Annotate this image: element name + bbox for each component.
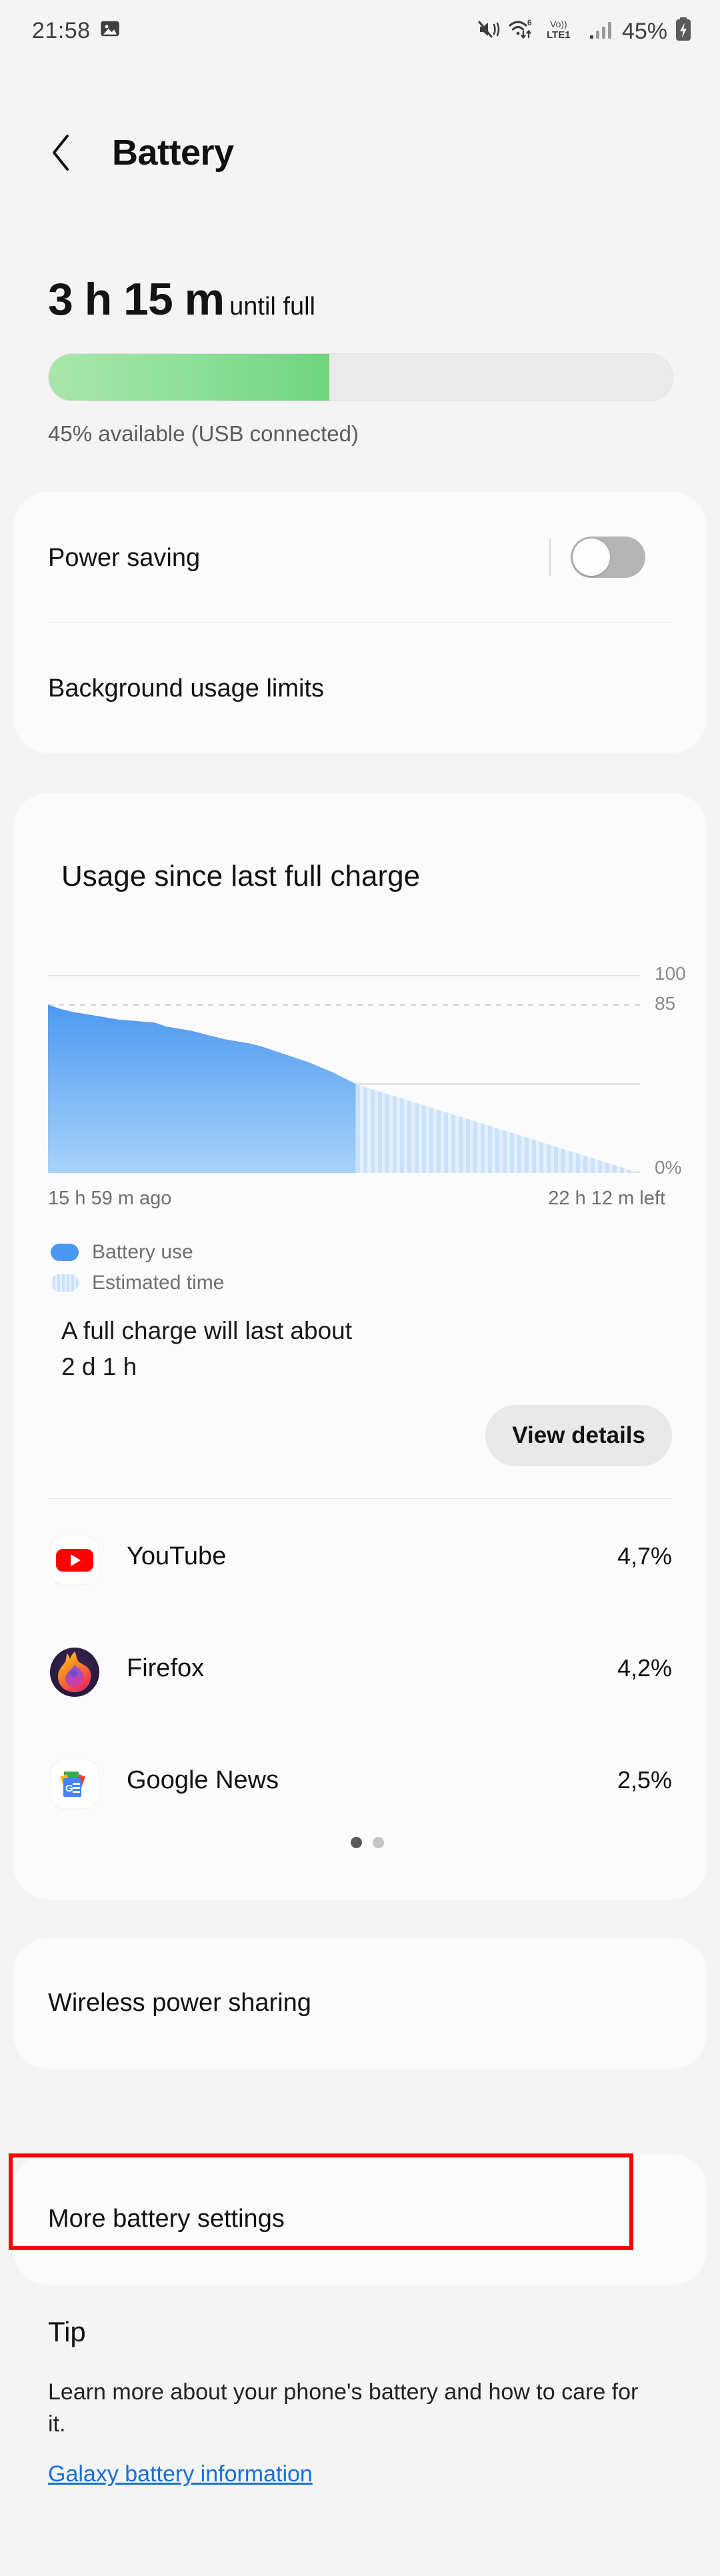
status-bar-left: 21:58 <box>32 19 120 42</box>
legend-label-battery-use: Battery use <box>92 1241 193 1263</box>
svg-text:G: G <box>65 1783 73 1794</box>
battery-settings-screen: 21:58 6 Vo)) LTE1 45% Battery 3 h 15 m u… <box>0 0 720 2576</box>
full-charge-line-1: A full charge will last about <box>61 1317 353 1344</box>
app-name: Firefox <box>127 1654 205 1682</box>
background-usage-limits-row[interactable]: Background usage limits <box>13 623 707 753</box>
view-details-label: View details <box>512 1422 645 1448</box>
app-name: Google News <box>127 1766 279 1794</box>
chart-x-label-right: 22 h 12 m left <box>548 1188 665 1209</box>
app-percent: 4,7% <box>617 1542 672 1570</box>
page-indicator[interactable] <box>351 1837 384 1848</box>
toggle-divider <box>549 539 551 576</box>
battery-charging-icon <box>675 17 692 45</box>
legend-item-battery-use: Battery use <box>51 1241 193 1264</box>
galaxy-battery-information-link[interactable]: Galaxy battery information <box>48 2461 313 2487</box>
google-news-icon: G <box>49 1759 100 1810</box>
wireless-power-sharing-label: Wireless power sharing <box>48 1989 311 2017</box>
wifi-6-icon: 6 <box>508 18 539 44</box>
status-bar-right: 6 Vo)) LTE1 45% <box>478 17 692 45</box>
svg-text:6: 6 <box>527 18 532 27</box>
y-axis-label-85: 85 <box>655 992 676 1014</box>
legend-swatch-battery-use <box>51 1244 79 1261</box>
battery-progress-bar <box>48 353 673 401</box>
page-title: Battery <box>112 133 234 173</box>
battery-availability-text: 45% available (USB connected) <box>48 421 359 446</box>
table-row[interactable]: G Google News 2,5% <box>13 1745 707 1824</box>
back-button[interactable] <box>40 132 84 176</box>
y-axis-label-100: 100 <box>655 963 686 984</box>
estimated-time-area <box>355 1084 640 1173</box>
time-remaining-value: 3 h 15 m <box>48 274 225 325</box>
tip-body: Learn more about your phone's battery an… <box>48 2379 639 2437</box>
tip-title: Tip <box>48 2316 86 2347</box>
legend-label-estimated-time: Estimated time <box>92 1272 225 1294</box>
page-dot-2[interactable] <box>373 1837 384 1848</box>
battery-use-area <box>48 1004 356 1173</box>
power-saving-row[interactable]: Power saving <box>13 492 707 623</box>
time-until-full: 3 h 15 m until full <box>48 273 315 325</box>
view-details-button[interactable]: View details <box>485 1405 672 1466</box>
firefox-icon <box>50 1648 99 1697</box>
toggle-knob <box>573 539 610 576</box>
usage-card-title: Usage since last full charge <box>61 860 421 892</box>
usage-card-divider <box>48 1498 672 1499</box>
power-settings-card: Power saving Background usage limits <box>13 492 707 753</box>
image-icon <box>100 19 120 42</box>
time-remaining-suffix: until full <box>229 293 315 321</box>
legend-item-estimated-time: Estimated time <box>51 1272 224 1294</box>
battery-usage-chart <box>48 975 640 1173</box>
svg-text:Vo)): Vo)) <box>550 19 567 29</box>
signal-bars-icon <box>589 19 615 43</box>
svg-text:LTE1: LTE1 <box>547 29 571 41</box>
chart-x-label-left: 15 h 59 m ago <box>48 1188 172 1209</box>
back-chevron-icon <box>49 133 75 175</box>
power-saving-label: Power saving <box>48 544 201 572</box>
table-row[interactable]: Firefox 4,2% <box>13 1633 707 1712</box>
mute-vibrate-icon <box>478 19 501 43</box>
battery-progress-fill <box>49 354 330 401</box>
volte1-icon: Vo)) LTE1 <box>546 18 582 44</box>
status-bar-clock: 21:58 <box>32 17 91 43</box>
app-name: YouTube <box>127 1542 227 1570</box>
highlight-box <box>9 2153 633 2250</box>
background-usage-limits-label: Background usage limits <box>48 674 324 702</box>
app-percent: 2,5% <box>617 1766 672 1794</box>
legend-swatch-estimated-time <box>51 1274 79 1292</box>
full-charge-line-2: 2 d 1 h <box>61 1353 137 1380</box>
status-bar: 21:58 6 Vo)) LTE1 45% <box>0 0 720 61</box>
power-saving-toggle[interactable] <box>571 537 645 578</box>
status-bar-battery-percent: 45% <box>621 18 667 44</box>
wireless-power-sharing-card[interactable]: Wireless power sharing <box>13 1938 707 2069</box>
usage-card: Usage since last full charge 100 85 0% 1… <box>13 793 707 1900</box>
table-row[interactable]: YouTube 4,7% <box>13 1521 707 1600</box>
app-percent: 4,2% <box>617 1654 672 1682</box>
page-dot-1[interactable] <box>351 1837 362 1848</box>
y-axis-label-0: 0% <box>655 1157 682 1178</box>
youtube-icon <box>49 1535 100 1586</box>
